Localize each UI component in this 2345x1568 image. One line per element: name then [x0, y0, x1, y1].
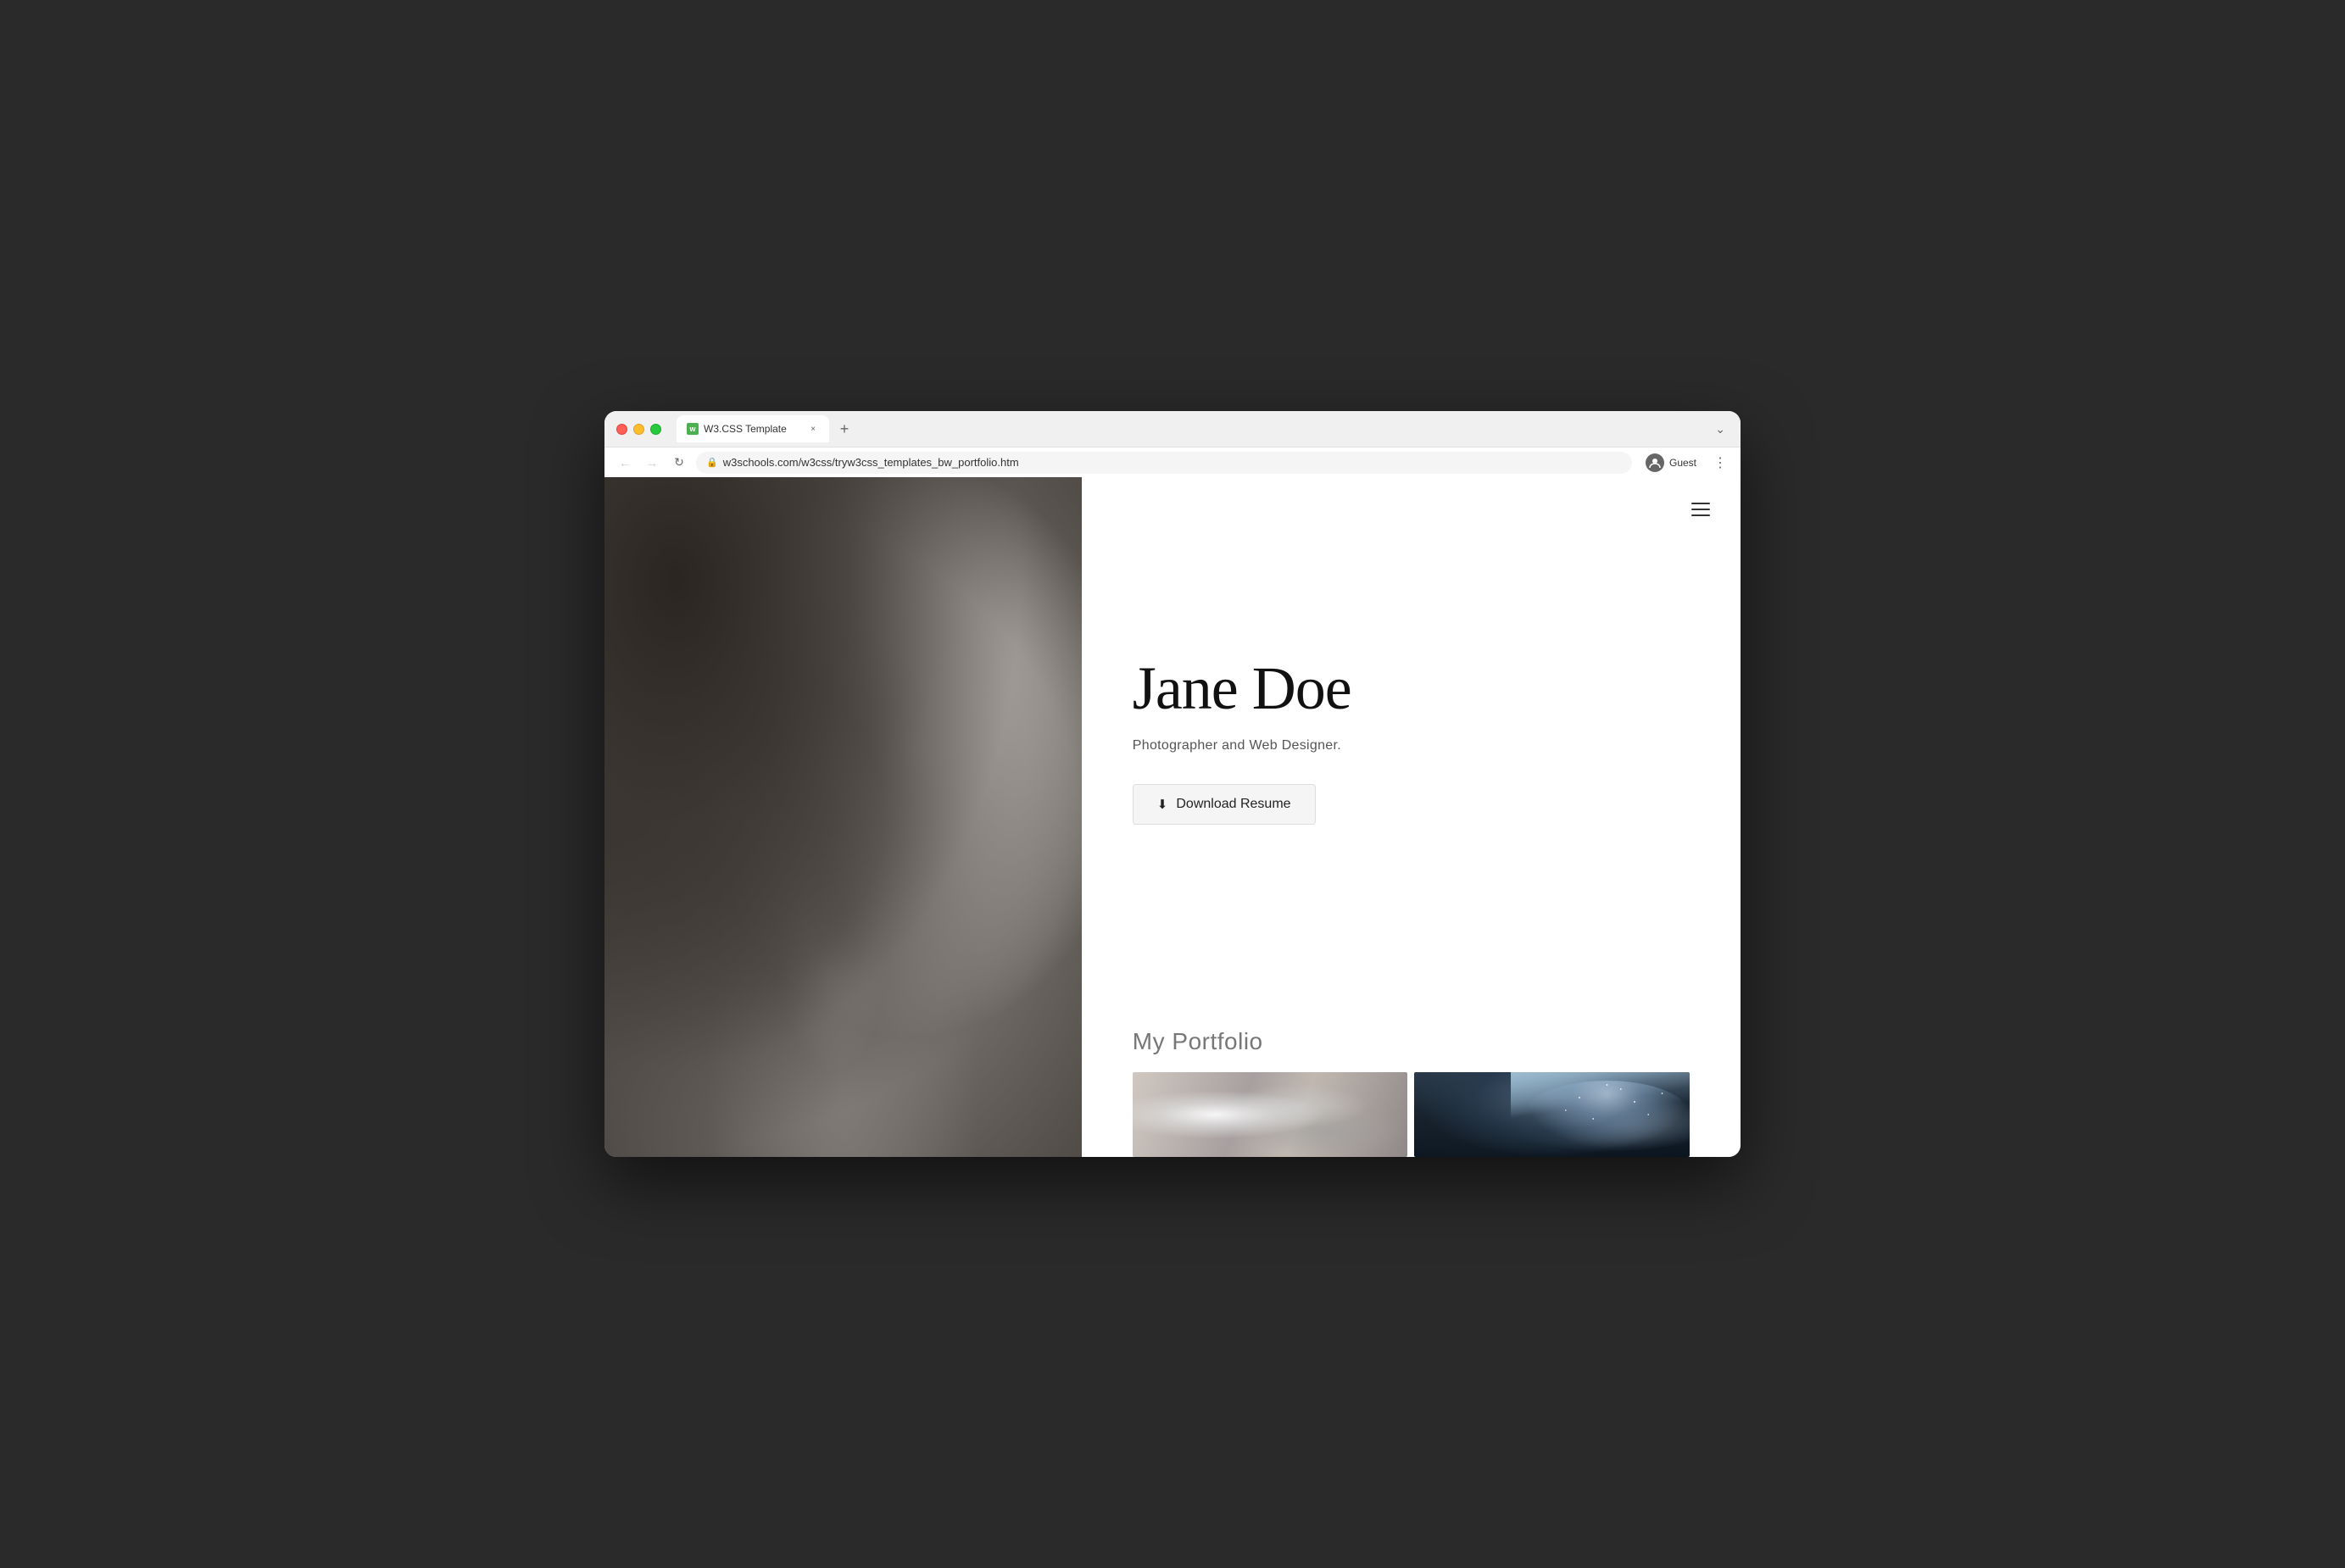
hamburger-line-1 [1691, 503, 1710, 504]
content-panel: Jane Doe Photographer and Web Designer. … [1082, 477, 1741, 1157]
portfolio-title: My Portfolio [1133, 1028, 1690, 1055]
url-text: w3schools.com/w3css/tryw3css_templates_b… [723, 456, 1622, 469]
lock-icon: 🔒 [706, 457, 718, 468]
download-resume-button[interactable]: ⬇ Download Resume [1133, 784, 1316, 825]
portfolio-thumb-image-1 [1133, 1072, 1408, 1157]
reload-button[interactable]: ↻ [669, 453, 689, 473]
download-icon: ⬇ [1157, 797, 1168, 812]
underwater-particles [1414, 1072, 1690, 1157]
profile-icon [1646, 453, 1664, 472]
hero-section: Jane Doe Photographer and Web Designer. … [1133, 477, 1690, 1020]
close-window-button[interactable] [616, 424, 627, 435]
browser-menu-button[interactable]: ⋮ [1710, 451, 1730, 475]
address-bar: ← → ↻ 🔒 w3schools.com/w3css/tryw3css_tem… [604, 447, 1741, 477]
chrome-titlebar: w W3.CSS Template × + ⌄ [604, 411, 1741, 447]
bw-photo-background [604, 477, 1082, 1157]
hero-photo [604, 477, 1082, 1157]
hamburger-menu-button[interactable] [1686, 498, 1715, 521]
maximize-window-button[interactable] [650, 424, 661, 435]
profile-label: Guest [1669, 457, 1696, 469]
hero-subtitle: Photographer and Web Designer. [1133, 738, 1690, 753]
active-tab[interactable]: w W3.CSS Template × [677, 415, 829, 442]
profile-button[interactable]: Guest [1639, 450, 1703, 475]
portfolio-section: My Portfolio [1133, 1020, 1690, 1157]
forward-button[interactable]: → [642, 453, 662, 473]
traffic-lights [616, 424, 661, 435]
tab-bar: w W3.CSS Template × + ⌄ [677, 415, 1729, 442]
tab-favicon-icon: w [687, 423, 699, 435]
face-overlay [604, 477, 1082, 1157]
back-button[interactable]: ← [615, 453, 635, 473]
minimize-window-button[interactable] [633, 424, 644, 435]
hamburger-line-3 [1691, 514, 1710, 516]
tab-chevron-icon[interactable]: ⌄ [1715, 422, 1729, 436]
new-tab-button[interactable]: + [833, 417, 856, 441]
download-btn-label: Download Resume [1176, 797, 1290, 812]
website-content: Jane Doe Photographer and Web Designer. … [604, 477, 1741, 1157]
portfolio-item-2[interactable] [1414, 1072, 1690, 1157]
hamburger-line-2 [1691, 509, 1710, 510]
browser-window: w W3.CSS Template × + ⌄ ← → ↻ 🔒 w3school… [604, 411, 1741, 1157]
tab-title: W3.CSS Template [704, 423, 802, 435]
portfolio-item-1[interactable] [1133, 1072, 1408, 1157]
hero-name: Jane Doe [1133, 655, 1690, 722]
url-bar[interactable]: 🔒 w3schools.com/w3css/tryw3css_templates… [696, 452, 1632, 474]
tab-close-button[interactable]: × [807, 423, 819, 435]
portfolio-grid [1133, 1072, 1690, 1157]
